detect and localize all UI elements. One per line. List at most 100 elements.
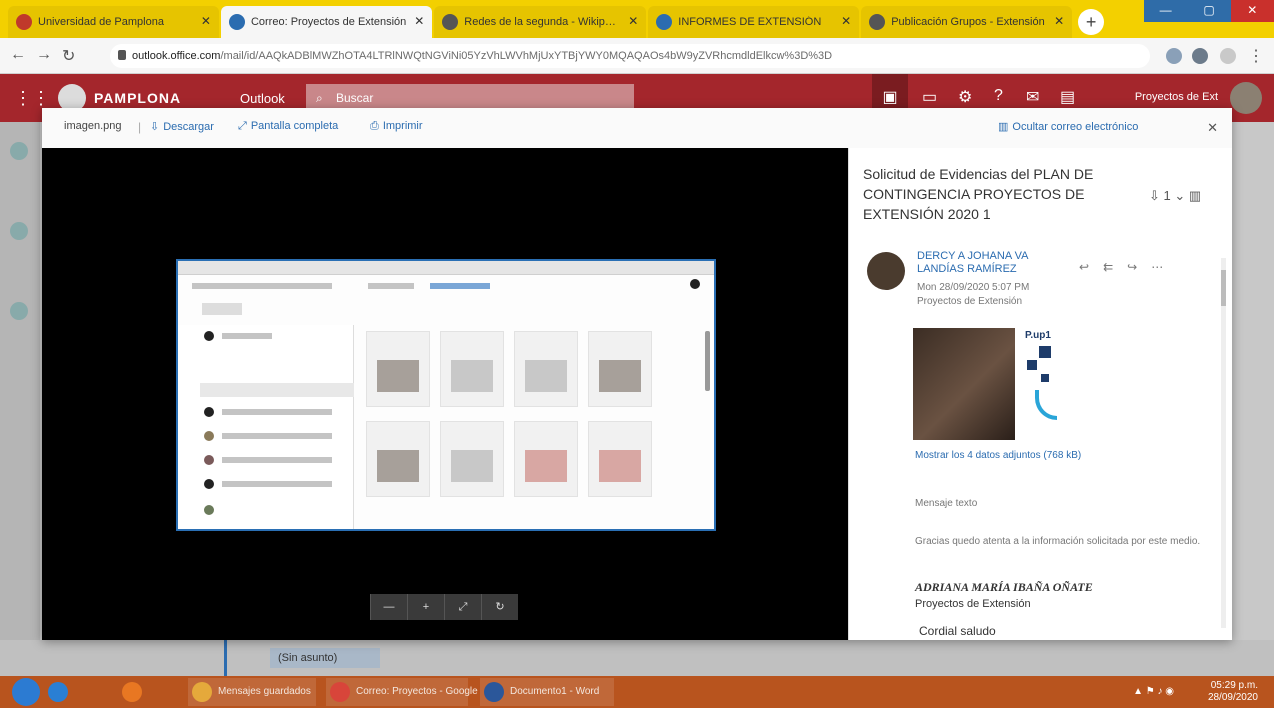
mail-icon[interactable] [10,142,28,160]
close-tab-icon[interactable]: ✕ [201,14,211,28]
viewer-control-button[interactable]: — [370,594,407,620]
window-controls: — ▢ ✕ [1144,0,1274,22]
notifications-icon[interactable]: ▤ [1060,87,1075,107]
image-detail [377,360,419,392]
viewer-control-button[interactable]: + [407,594,444,620]
taskbar-app[interactable]: Mensajes guardados [188,678,316,706]
recipient: Proyectos de Extensión [917,296,1023,307]
app-icon [122,682,142,702]
app-launcher-icon[interactable]: ⋮⋮ [14,88,50,109]
settings-gear-icon[interactable]: ⚙ [958,87,972,107]
reply-icon[interactable]: ↩ [1079,260,1089,274]
clock[interactable]: 05:29 p.m. 28/09/2020 [1208,680,1258,704]
app-icon [330,682,350,702]
forward-icon[interactable]: ↪ [1127,260,1137,274]
close-tab-icon[interactable]: ✕ [841,14,851,28]
taskbar-app[interactable] [44,678,104,706]
more-actions-icon[interactable]: ⋯ [1151,260,1163,274]
browser-tab[interactable]: Publicación Grupos - Extensión ✕ [861,6,1073,38]
taskbar-app-label: Documento1 - Word [510,686,600,697]
browser-tab[interactable]: Correo: Proyectos de Extensión ✕ [220,6,433,38]
fullscreen-label: Pantalla completa [250,120,339,132]
taskbar-app[interactable]: Documento1 - Word [480,678,614,706]
user-avatar[interactable] [1230,82,1262,114]
browser-tab[interactable]: Redes de la segunda - Wikipedia ✕ [434,6,647,38]
favicon-icon [442,14,459,30]
reply-all-icon[interactable]: ⇇ [1103,260,1113,274]
close-tab-icon[interactable]: ✕ [628,14,638,28]
close-preview-icon[interactable]: ✕ [1207,120,1218,136]
subject-actions[interactable]: ⇩ 1 ⌄ ▥ [1149,188,1201,204]
image-detail [451,360,493,392]
attachment-filename: imagen.png [64,120,122,132]
sender-avatar[interactable] [867,252,905,290]
taskbar-app-label: Correo: Proyectos - Google [356,686,478,697]
image-detail [192,283,332,289]
menu-kebab-icon[interactable]: ⋮ [1248,46,1264,66]
image-detail [200,383,354,397]
app-icon [192,682,212,702]
fullscreen-button[interactable]: ⤢ Pantalla completa [238,120,338,133]
browser-tab[interactable]: Universidad de Pamplona ✕ [8,6,219,38]
feedback-icon[interactable]: ✉ [1026,87,1039,107]
download-button[interactable]: ⇩ Descargar [150,120,214,133]
close-tab-icon[interactable]: ✕ [414,14,424,28]
viewer-control-button[interactable]: ↻ [481,594,518,620]
image-detail [204,431,214,441]
calendar-rail-icon[interactable] [10,302,28,320]
image-detail [440,421,504,497]
body-line: Mensaje texto [915,498,978,509]
url-path: /mail/id/AAQkADBlMWZhOTA4LTRlNWQtNGViNi0… [220,50,833,62]
system-tray[interactable]: ▲ ⚑ ♪ ◉ [1133,686,1174,697]
star-icon[interactable] [1166,48,1182,64]
url-input[interactable]: outlook.office.com/mail/id/AAQkADBlMWZhO… [110,44,1150,68]
image-detail [440,331,504,407]
browser-tab-strip: Universidad de Pamplona ✕ Correo: Proyecto… [0,0,1274,38]
print-label: Imprimir [382,120,423,132]
draft-tab[interactable]: (Sin asunto) [270,648,380,668]
image-detail [377,450,419,482]
hide-email-button[interactable]: ▥ Ocultar correo electrónico [998,120,1138,133]
start-button[interactable] [12,678,40,706]
forward-arrow-icon[interactable]: → [36,46,52,64]
search-placeholder: Buscar [336,91,374,105]
signature-role: Proyectos de Extensión [915,598,1031,610]
closing-line: Cordial saludo [919,624,996,638]
favicon-icon [869,14,886,30]
reload-icon[interactable]: ↻ [62,46,75,66]
image-detail [204,407,214,417]
extension-icon[interactable] [1192,48,1208,64]
app-name[interactable]: Outlook [240,91,285,106]
back-arrow-icon[interactable]: ← [10,46,26,64]
maximize-button[interactable]: ▢ [1187,0,1231,22]
print-button[interactable]: ⎙ Imprimir [370,120,423,133]
people-icon[interactable] [10,222,28,240]
inline-photo[interactable] [913,328,1015,440]
viewer-control-button[interactable]: ⤢ [444,594,481,620]
image-detail [222,409,332,415]
close-window-button[interactable]: ✕ [1230,0,1274,22]
browser-tab[interactable]: INFORMES DE EXTENSIÓN ✕ [648,6,860,38]
preview-toolbar: imagen.png | ⇩ Descargar ⤢ Pantalla comple… [42,108,1232,148]
profile-icon[interactable] [1220,48,1236,64]
taskbar-app[interactable] [118,678,178,706]
show-attachments-link[interactable]: Mostrar los 4 datos adjuntos (768 kB) [915,450,1081,461]
reading-pane: Solicitud de Evidencias del PLAN DE CONT… [848,148,1232,640]
logo-square [1041,374,1049,382]
minimize-button[interactable]: — [1144,0,1188,22]
help-icon[interactable]: ? [994,87,1003,105]
reading-scrollbar[interactable] [1221,258,1226,628]
sender-name[interactable]: DERCY A JOHANA VA LANDÍAS RAMÍREZ [917,250,1057,276]
image-viewer: — + ⤢ ↻ [42,148,848,640]
compose-drafts-bar: (Sin asunto) [0,640,1274,676]
new-tab-button[interactable]: + [1078,9,1104,35]
image-detail [599,450,641,482]
signature-name: ADRIANA MARÍA IBAÑA OÑATE [915,580,1093,594]
image-detail [178,325,354,529]
calendar-icon[interactable]: ▭ [922,87,937,107]
close-tab-icon[interactable]: ✕ [1054,14,1064,28]
image-titlebar [178,261,714,275]
reading-scrollbar-thumb[interactable] [1221,270,1226,306]
app-icon [48,682,68,702]
taskbar-app[interactable]: Correo: Proyectos - Google [326,678,478,706]
